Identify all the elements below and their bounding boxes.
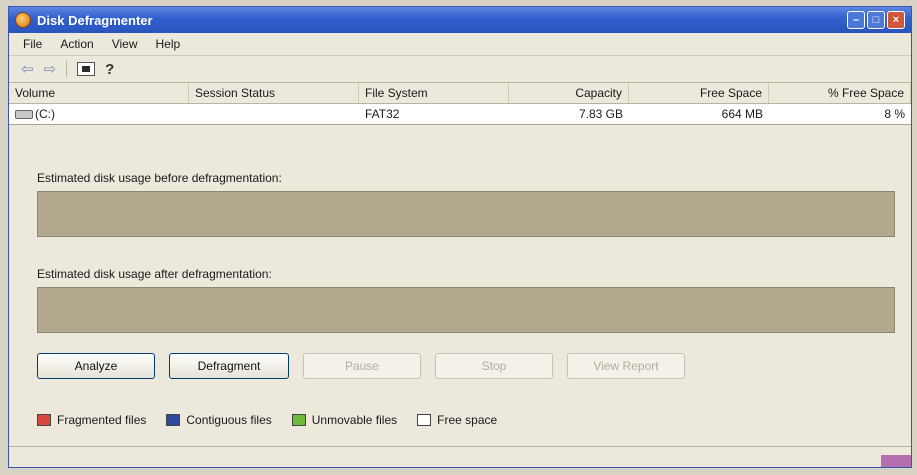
title-bar[interactable]: Disk Defragmenter – □ × <box>9 7 911 33</box>
cell-percent-free: 8 % <box>884 107 905 121</box>
defragment-button[interactable]: Defragment <box>169 353 289 379</box>
back-arrow-icon[interactable]: ⇦ <box>21 60 34 78</box>
after-usage-bar <box>37 287 895 333</box>
header-volume[interactable]: Volume <box>9 83 189 103</box>
help-icon[interactable]: ? <box>105 61 114 78</box>
action-buttons: Analyze Defragment Pause Stop View Repor… <box>37 353 891 379</box>
before-label: Estimated disk usage before defragmentat… <box>37 171 282 185</box>
hard-drive-icon <box>15 110 33 120</box>
legend-contiguous: Contiguous files <box>166 413 272 427</box>
defrag-app-icon <box>15 12 31 28</box>
cell-capacity: 7.83 GB <box>578 107 623 121</box>
toolbar: ⇦ ⇨ ? <box>9 56 911 83</box>
fragmented-swatch <box>37 414 51 426</box>
free-space-swatch <box>417 414 432 426</box>
legend-label: Free space <box>437 413 498 427</box>
legend-unmovable: Unmovable files <box>291 413 398 427</box>
window-controls: – □ × <box>847 11 905 29</box>
cell-file-system: FAT32 <box>365 107 400 121</box>
view-report-button[interactable]: View Report <box>567 353 685 379</box>
header-file-system[interactable]: File System <box>359 83 509 103</box>
window-title: Disk Defragmenter <box>37 12 153 28</box>
header-session-status[interactable]: Session Status <box>189 83 359 103</box>
corner-accent <box>881 455 911 467</box>
pause-button[interactable]: Pause <box>303 353 421 379</box>
close-button[interactable]: × <box>887 11 905 29</box>
forward-arrow-icon[interactable]: ⇨ <box>44 60 57 78</box>
status-bar <box>9 446 911 467</box>
menu-action[interactable]: Action <box>60 37 93 51</box>
header-percent-free[interactable]: % Free Space <box>769 83 911 103</box>
before-usage-bar <box>37 191 895 237</box>
menu-view[interactable]: View <box>112 37 138 51</box>
legend-free-space: Free space <box>417 413 497 427</box>
menu-file[interactable]: File <box>23 37 42 51</box>
defrag-panel: Estimated disk usage before defragmentat… <box>9 125 911 427</box>
legend-label: Unmovable files <box>311 413 398 427</box>
show-hide-console-icon[interactable] <box>77 62 96 76</box>
menu-bar: File Action View Help <box>9 33 911 56</box>
legend-label: Contiguous files <box>186 413 272 427</box>
minimize-button[interactable]: – <box>847 11 865 29</box>
legend-label: Fragmented files <box>57 413 147 427</box>
menu-help[interactable]: Help <box>156 37 181 51</box>
cell-free-space: 664 MB <box>721 107 763 121</box>
legend-fragmented: Fragmented files <box>37 413 146 427</box>
toolbar-separator <box>66 61 68 77</box>
stop-button[interactable]: Stop <box>435 353 553 379</box>
volume-name: (C:) <box>35 107 55 121</box>
cell-volume: (C:) <box>9 107 189 121</box>
contiguous-swatch <box>166 414 181 426</box>
table-row[interactable]: (C:) FAT32 7.83 GB 664 MB 8 % <box>9 104 911 124</box>
defrag-window: Disk Defragmenter – □ × File Action View… <box>8 6 912 468</box>
volume-table-header: Volume Session Status File System Capaci… <box>9 83 911 104</box>
unmovable-swatch <box>291 414 306 426</box>
analyze-button[interactable]: Analyze <box>37 353 155 379</box>
header-free-space[interactable]: Free Space <box>629 83 769 103</box>
maximize-button[interactable]: □ <box>867 11 885 29</box>
volume-table: Volume Session Status File System Capaci… <box>9 83 911 125</box>
header-capacity[interactable]: Capacity <box>509 83 629 103</box>
legend: Fragmented files Contiguous files Unmova… <box>37 413 891 427</box>
after-label: Estimated disk usage after defragmentati… <box>37 267 272 281</box>
